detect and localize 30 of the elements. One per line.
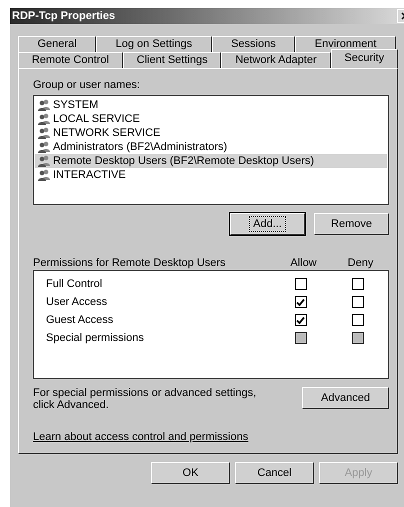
user-list[interactable]: SYSTEM LOCAL SERVICE NETWORK SERVICE Administrators (BF2\Administrators) Remote Desktop Users (BF2\Remote Desktop Users) INTERACTIVE [33,95,389,206]
tab[interactable]: Remote Control [18,52,123,68]
button[interactable]: Cancel [235,462,314,484]
tab[interactable]: Client Settings [122,52,222,68]
advanced-hint: For special permissions or advanced settings, click Advanced. [33,387,258,411]
help-link[interactable]: Learn about access control and permissions [33,431,248,443]
button[interactable]: Add... [230,213,305,236]
permissions-label: Permissions for Remote Desktop Users [33,257,227,270]
window-title: RDP-Tcp Properties [12,10,116,22]
list-item[interactable]: Remote Desktop Users (BF2\Remote Desktop Users) [35,154,387,168]
list-label: Group or user names: [33,79,141,91]
advanced-button[interactable]: Advanced [302,387,389,409]
list-item[interactable]: INTERACTIVE [35,168,387,182]
list-item[interactable]: Administrators (BF2\Administrators) [35,140,387,154]
permission-name: Full Control [46,278,104,290]
button[interactable]: Remove [314,213,389,236]
permission-name: Special permissions [46,332,145,344]
list-item[interactable]: SYSTEM [35,98,387,112]
column-header: Deny [346,257,374,270]
permission-name: Guest Access [46,314,114,326]
button[interactable]: OK [151,462,230,484]
tab[interactable]: General [18,36,96,52]
permission-name: User Access [46,296,108,308]
column-header: Allow [289,257,318,270]
list-item[interactable]: LOCAL SERVICE [35,112,387,126]
list-item[interactable]: NETWORK SERVICE [35,126,387,140]
tab[interactable]: Network Adapter [221,52,331,68]
tab[interactable]: Log on Settings [96,36,212,52]
tab[interactable]: Sessions [212,36,296,52]
tab[interactable]: Security [330,49,398,68]
